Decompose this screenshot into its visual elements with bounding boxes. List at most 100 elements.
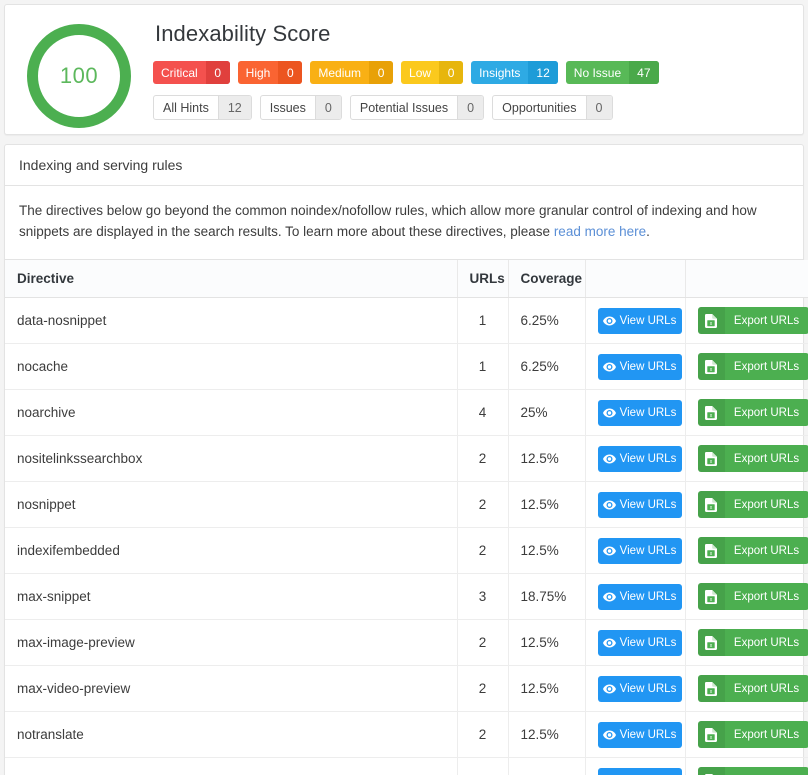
export-urls-button[interactable]: x Export URLs bbox=[697, 537, 808, 565]
export-urls-button-label: Export URLs bbox=[733, 544, 800, 557]
cell-directive: nosnippet bbox=[5, 481, 458, 529]
cell-export-urls: x Export URLs bbox=[685, 297, 808, 345]
cell-directive: max-video-preview bbox=[5, 665, 458, 713]
eye-icon bbox=[602, 592, 616, 602]
cell-directive: max-image-preview bbox=[5, 619, 458, 667]
cell-directive: data-nosnippet bbox=[5, 297, 458, 345]
view-urls-button-label: View URLs bbox=[619, 452, 677, 465]
view-urls-button[interactable]: View URLs bbox=[597, 721, 682, 748]
severity-badge-medium[interactable]: Medium 0 bbox=[310, 61, 394, 84]
cell-view-urls: View URLs bbox=[585, 389, 686, 437]
cell-export-urls: x Export URLs bbox=[685, 527, 808, 575]
filter-pill-count: 0 bbox=[457, 96, 484, 119]
export-urls-button[interactable]: xExport URLs bbox=[697, 767, 808, 775]
table-row: data-nosnippet 1 6.25% View URLs x Export URL… bbox=[5, 297, 808, 345]
cell-urls: 2 bbox=[457, 757, 509, 775]
excel-file-icon: x bbox=[697, 537, 725, 565]
column-header-coverage[interactable]: Coverage bbox=[508, 259, 586, 299]
severity-badge-no-issue[interactable]: No Issue 47 bbox=[565, 61, 659, 84]
eye-icon bbox=[602, 454, 616, 464]
view-urls-button[interactable]: View URLs bbox=[597, 353, 682, 380]
cell-urls: 1 bbox=[457, 343, 509, 391]
export-urls-button[interactable]: xExport URLs bbox=[697, 353, 808, 381]
view-urls-button[interactable]: View URLs bbox=[597, 583, 682, 610]
severity-badge-high[interactable]: High 0 bbox=[237, 61, 303, 84]
cell-view-urls: View URLs bbox=[585, 343, 686, 391]
filter-pill-potential-issues[interactable]: Potential Issues 0 bbox=[349, 95, 485, 120]
cell-export-urls: x Export URLs bbox=[685, 481, 808, 529]
directives-table: Directive URLs Coverage data-nosnippet 1 6… bbox=[5, 259, 808, 775]
export-urls-button-label: Export URLs bbox=[733, 728, 800, 741]
severity-badge-row: Critical 0 High 0 Medium 0 Low 0 Insights 12 No Is… bbox=[153, 61, 789, 84]
export-urls-button[interactable]: xExport URLs bbox=[697, 307, 808, 335]
view-urls-button[interactable]: View URLs bbox=[597, 767, 682, 775]
cell-urls: 2 bbox=[457, 665, 509, 713]
cell-urls: 2 bbox=[457, 435, 509, 483]
cell-urls: 4 bbox=[457, 389, 509, 437]
cell-export-urls: x Export URLs bbox=[685, 711, 808, 759]
cell-directive: noarchive bbox=[5, 389, 458, 437]
export-urls-button-label: Export URLs bbox=[733, 314, 800, 327]
filter-pill-issues[interactable]: Issues 0 bbox=[259, 95, 342, 120]
table-row: noimageindex212.5% View URLs xExport URLs bbox=[5, 757, 808, 775]
view-urls-button[interactable]: View URLs bbox=[597, 491, 682, 518]
severity-badge-critical[interactable]: Critical 0 bbox=[153, 61, 230, 84]
cell-coverage: 25% bbox=[508, 389, 586, 437]
view-urls-button[interactable]: View URLs bbox=[597, 445, 682, 472]
eye-icon bbox=[602, 408, 616, 418]
view-urls-button[interactable]: View URLs bbox=[597, 307, 682, 334]
cell-view-urls: View URLs bbox=[585, 665, 686, 713]
read-more-link[interactable]: read more here bbox=[554, 224, 646, 239]
excel-file-icon: x bbox=[697, 399, 725, 427]
export-urls-button[interactable]: xExport URLs bbox=[697, 675, 808, 703]
cell-coverage: 12.5% bbox=[508, 527, 586, 575]
directives-table-head: Directive URLs Coverage bbox=[5, 259, 808, 299]
excel-file-icon: x bbox=[697, 491, 725, 519]
filter-pill-label: Opportunities bbox=[502, 100, 577, 115]
export-urls-button[interactable]: xExport URLs bbox=[697, 629, 808, 657]
filter-pill-label: Potential Issues bbox=[359, 100, 449, 115]
filter-pill-opportunities[interactable]: Opportunities 0 bbox=[492, 95, 613, 120]
excel-file-icon: x bbox=[697, 583, 725, 611]
cell-view-urls: View URLs bbox=[585, 573, 686, 621]
export-urls-button[interactable]: xExport URLs bbox=[697, 445, 808, 473]
excel-file-icon: x bbox=[697, 675, 725, 703]
view-urls-button[interactable]: View URLs bbox=[597, 629, 682, 656]
table-row: max-snippet 3 18.75% View URLs x Export URLs bbox=[5, 573, 808, 621]
severity-badge-insights[interactable]: Insights 12 bbox=[471, 61, 558, 84]
column-header-urls[interactable]: URLs bbox=[457, 259, 509, 299]
cell-urls: 2 bbox=[457, 619, 509, 667]
eye-icon bbox=[602, 684, 616, 694]
eye-icon bbox=[602, 546, 616, 556]
view-urls-button-label: View URLs bbox=[619, 406, 677, 419]
view-urls-button-label: View URLs bbox=[619, 590, 677, 603]
rules-description-text-after: . bbox=[646, 223, 650, 239]
cell-view-urls: View URLs bbox=[585, 297, 686, 345]
directives-table-body: data-nosnippet 1 6.25% View URLs x Export URL… bbox=[5, 297, 808, 775]
table-row: notranslate 2 12.5% View URLs x Export URLs bbox=[5, 711, 808, 759]
view-urls-button[interactable]: View URLs bbox=[597, 675, 682, 702]
export-urls-button[interactable]: xExport URLs bbox=[697, 583, 808, 611]
score-gauge-value: 100 bbox=[59, 63, 99, 88]
view-urls-button[interactable]: View URLs bbox=[597, 537, 682, 564]
filter-pill-count: 0 bbox=[314, 96, 341, 119]
indexing-serving-rules-card: Indexing and serving rules The directive… bbox=[4, 144, 808, 775]
column-header-export bbox=[685, 259, 808, 299]
cell-export-urls: x Export URLs bbox=[685, 343, 808, 391]
column-header-directive[interactable]: Directive bbox=[5, 259, 458, 299]
view-urls-button[interactable]: View URLs bbox=[597, 399, 682, 426]
table-row: nosnippet 2 12.5% View URLs x Export URLs bbox=[5, 481, 808, 529]
table-row: nositelinkssearchbox 2 12.5% View URLs x Expo… bbox=[5, 435, 808, 483]
cell-coverage: 12.5% bbox=[508, 757, 586, 775]
severity-badge-label: Low bbox=[409, 65, 432, 80]
filter-pill-all-hints[interactable]: All Hints 12 bbox=[153, 95, 252, 120]
severity-badge-label: Insights bbox=[479, 65, 521, 80]
filter-pill-row: All Hints 12 Issues 0 Potential Issues 0 Oppor… bbox=[153, 95, 789, 120]
export-urls-button[interactable]: xExport URLs bbox=[697, 721, 808, 749]
export-urls-button[interactable]: xExport URLs bbox=[697, 491, 808, 519]
severity-badge-low[interactable]: Low 0 bbox=[401, 61, 464, 84]
excel-file-icon: x bbox=[697, 445, 725, 473]
export-urls-button-label: Export URLs bbox=[733, 360, 800, 373]
export-urls-button[interactable]: xExport URLs bbox=[697, 399, 808, 427]
rules-card-header: Indexing and serving rules bbox=[5, 145, 803, 186]
